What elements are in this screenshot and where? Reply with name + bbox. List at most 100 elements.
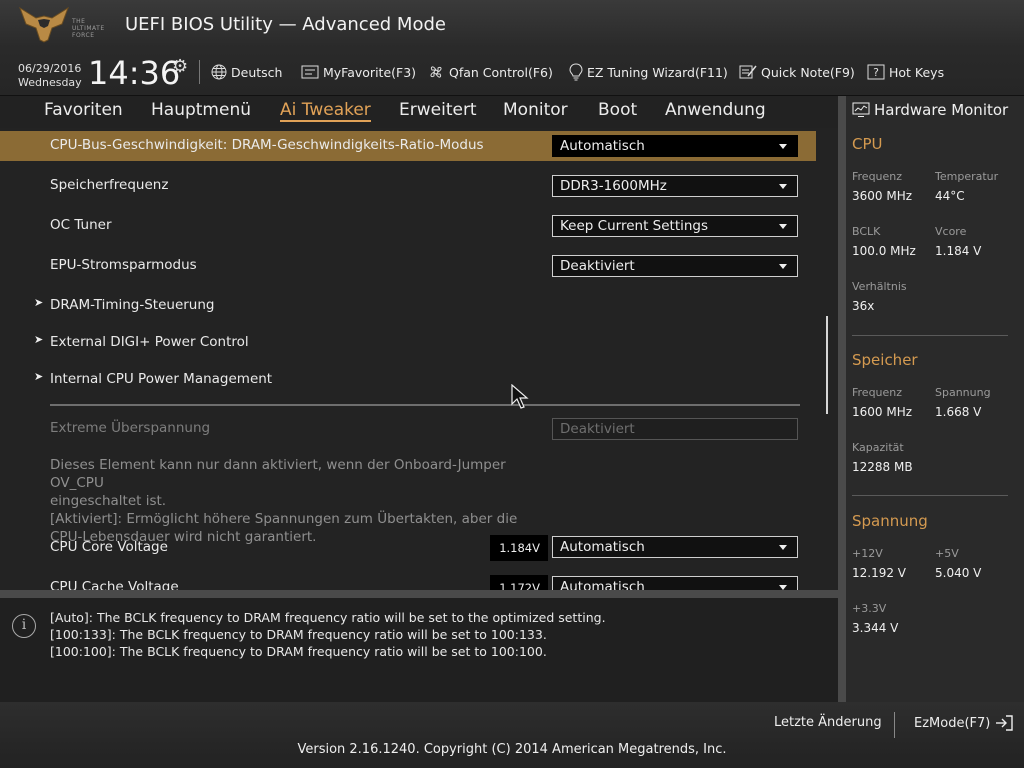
- voltage-reading: 1.172V: [490, 575, 548, 590]
- setting-row-memory-frequency[interactable]: Speicherfrequenz DDR3-1600MHz: [0, 171, 816, 201]
- hw-value: 5.040 V: [935, 566, 982, 580]
- hot-keys-button[interactable]: ? Hot Keys: [867, 63, 944, 81]
- language-button[interactable]: Deutsch: [211, 63, 282, 81]
- setting-label: Speicherfrequenz: [50, 177, 169, 193]
- quick-note-label: Quick Note(F9): [761, 64, 855, 80]
- help-divider: [0, 590, 838, 598]
- tuf-logo: THE ULTIMATE FORCE: [18, 4, 114, 48]
- lightbulb-icon: [569, 63, 583, 81]
- hot-keys-label: Hot Keys: [889, 64, 945, 80]
- setting-label: EPU-Stromsparmodus: [50, 257, 197, 273]
- submenu-external-digi-power[interactable]: ➤ External DIGI+ Power Control: [0, 331, 600, 355]
- myfavorite-button[interactable]: MyFavorite(F3): [301, 63, 416, 81]
- qfan-control-label: Qfan Control(F6): [449, 64, 553, 80]
- language-label: Deutsch: [231, 64, 283, 80]
- dropdown-value: Keep Current Settings: [560, 218, 709, 234]
- cpu-bus-ratio-dropdown[interactable]: Automatisch: [552, 135, 798, 157]
- clock-time: 14:36: [88, 54, 181, 92]
- hw-label: Verhältnis: [852, 280, 907, 293]
- hw-value: 3.344 V: [852, 621, 899, 635]
- svg-text:?: ?: [873, 66, 879, 79]
- ezmode-button[interactable]: EzMode(F7): [914, 715, 1014, 731]
- setting-row-extreme-overvoltage: Extreme Überspannung Deaktiviert: [0, 414, 816, 444]
- tuf-emblem-icon: [19, 6, 69, 43]
- help-line: [100:133]: The BCLK frequency to DRAM fr…: [50, 627, 547, 642]
- chevron-down-icon: [779, 264, 787, 269]
- hw-label: +12V: [852, 547, 883, 560]
- dropdown-value: Deaktiviert: [560, 258, 635, 274]
- setting-label: CPU Core Voltage: [50, 539, 168, 555]
- chevron-down-icon: [779, 184, 787, 189]
- setting-row-oc-tuner[interactable]: OC Tuner Keep Current Settings: [0, 211, 816, 241]
- voltage-reading: 1.184V: [490, 535, 548, 561]
- mouse-cursor-icon: [511, 383, 529, 414]
- setting-row-cpu-bus-ratio[interactable]: CPU-Bus-Geschwindigkeit: DRAM-Geschwindi…: [0, 131, 816, 161]
- tab-monitor[interactable]: Monitor: [503, 100, 568, 120]
- hw-section-cpu: CPU: [852, 135, 883, 153]
- qfan-control-button[interactable]: Qfan Control(F6): [427, 63, 553, 81]
- quick-note-button[interactable]: Quick Note(F9): [739, 63, 855, 81]
- exit-icon: [996, 715, 1014, 731]
- hw-label: Vcore: [935, 225, 967, 238]
- hw-label: +5V: [935, 547, 959, 560]
- setting-row-cpu-core-voltage[interactable]: CPU Core Voltage 1.184V Automatisch: [0, 533, 816, 563]
- tab-erweitert[interactable]: Erweitert: [399, 100, 477, 120]
- setting-label: Extreme Überspannung: [50, 420, 211, 436]
- date-display: 06/29/2016 Wednesday: [18, 62, 82, 90]
- hw-section-divider: [852, 335, 1008, 336]
- submenu-internal-cpu-power[interactable]: ➤ Internal CPU Power Management: [0, 368, 600, 392]
- description-line: Dieses Element kann nur dann aktiviert, …: [50, 457, 506, 491]
- tab-anwendung[interactable]: Anwendung: [665, 100, 766, 120]
- description-line: [Aktiviert]: Ermöglicht höhere Spannunge…: [50, 511, 518, 527]
- hw-section-memory: Speicher: [852, 351, 918, 369]
- tab-ai-tweaker[interactable]: Ai Tweaker: [280, 100, 371, 122]
- ez-tuning-wizard-label: EZ Tuning Wizard(F11): [587, 64, 728, 80]
- oc-tuner-dropdown[interactable]: Keep Current Settings: [552, 215, 798, 237]
- fan-icon: [430, 66, 442, 78]
- section-divider: [50, 404, 800, 406]
- chevron-down-icon: [779, 545, 787, 550]
- hw-label: +3.3V: [852, 602, 887, 615]
- setting-label: CPU-Bus-Geschwindigkeit: DRAM-Geschwindi…: [50, 137, 484, 153]
- hw-value: 1600 MHz: [852, 405, 913, 419]
- cpu-cache-voltage-dropdown[interactable]: Automatisch: [552, 576, 798, 590]
- dropdown-value: Deaktiviert: [560, 421, 635, 437]
- date: 06/29/2016: [18, 62, 82, 75]
- help-keyboard-icon: ?: [867, 64, 885, 80]
- tab-boot[interactable]: Boot: [598, 100, 637, 120]
- submenu-dram-timing[interactable]: ➤ DRAM-Timing-Steuerung: [0, 294, 600, 318]
- hw-value: 1.668 V: [935, 405, 982, 419]
- dropdown-value: DDR3-1600MHz: [560, 178, 667, 194]
- globe-icon: [211, 64, 227, 80]
- ezmode-label: EzMode(F7): [914, 715, 991, 731]
- setting-row-epu[interactable]: EPU-Stromsparmodus Deaktiviert: [0, 251, 816, 281]
- chevron-down-icon: [779, 144, 787, 149]
- weekday: Wednesday: [18, 76, 82, 89]
- hw-value: 44°C: [935, 189, 965, 203]
- ez-tuning-wizard-button[interactable]: EZ Tuning Wizard(F11): [569, 63, 728, 81]
- memory-frequency-dropdown[interactable]: DDR3-1600MHz: [552, 175, 798, 197]
- help-panel: i [Auto]: The BCLK frequency to DRAM fre…: [0, 598, 838, 702]
- chevron-right-icon: ➤: [34, 370, 44, 383]
- hw-label: Frequenz: [852, 170, 903, 183]
- dropdown-value: Automatisch: [560, 138, 645, 154]
- submenu-label: Internal CPU Power Management: [50, 371, 273, 387]
- setting-row-cpu-cache-voltage[interactable]: CPU Cache Voltage 1.172V Automatisch: [0, 573, 816, 590]
- hw-label: Frequenz: [852, 386, 903, 399]
- setting-label: CPU Cache Voltage: [50, 579, 179, 590]
- epu-dropdown[interactable]: Deaktiviert: [552, 255, 798, 277]
- note-icon: [739, 65, 757, 79]
- clock-settings-gear-icon[interactable]: ⚙: [172, 56, 188, 77]
- tab-favoriten[interactable]: Favoriten: [44, 100, 123, 120]
- header-bar: THE ULTIMATE FORCE UEFI BIOS Utility — A…: [0, 0, 1024, 96]
- submenu-label: DRAM-Timing-Steuerung: [50, 297, 215, 313]
- myfavorite-label: MyFavorite(F3): [323, 64, 417, 80]
- chevron-right-icon: ➤: [34, 296, 44, 309]
- settings-scrollbar[interactable]: [826, 316, 828, 414]
- hw-value: 1.184 V: [935, 244, 982, 258]
- last-change-button[interactable]: Letzte Änderung: [774, 715, 882, 730]
- hardware-monitor-panel: Hardware Monitor CPU Frequenz Temperatur…: [846, 96, 1024, 702]
- cpu-core-voltage-dropdown[interactable]: Automatisch: [552, 536, 798, 558]
- hw-section-voltage: Spannung: [852, 512, 928, 530]
- tab-hauptmenu[interactable]: Hauptmenü: [151, 100, 251, 120]
